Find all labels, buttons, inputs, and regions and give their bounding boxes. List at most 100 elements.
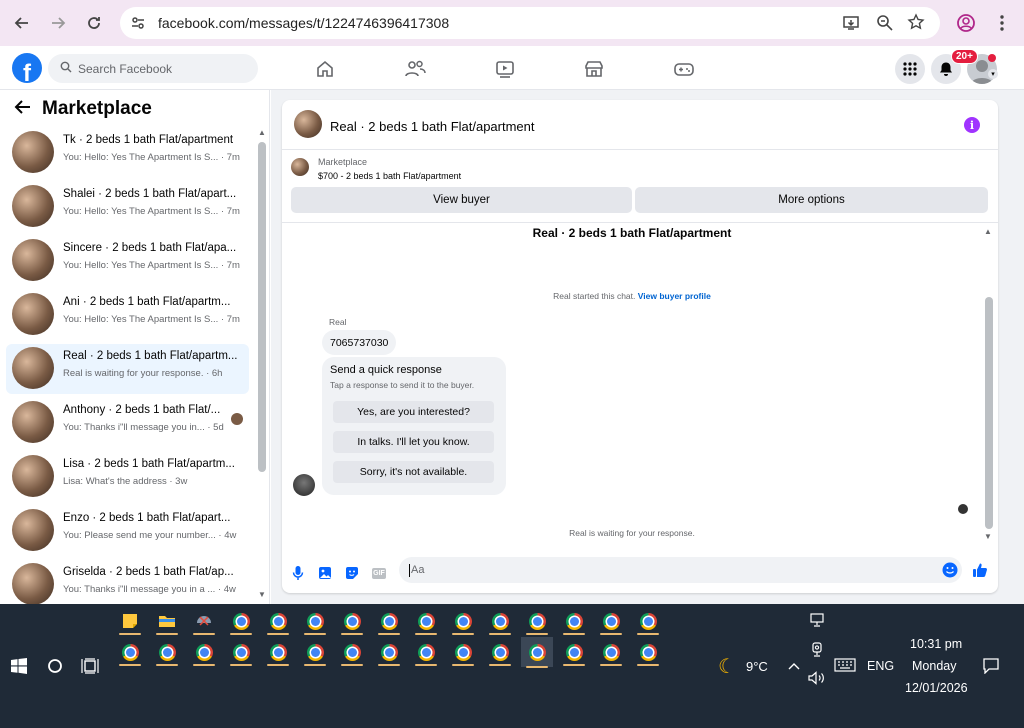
chat-title[interactable]: Real · 2 beds 1 bath Flat/apartment [330, 119, 535, 134]
clock-day[interactable]: Monday [912, 659, 956, 673]
menu-grid-icon[interactable] [895, 54, 925, 84]
gif-icon[interactable]: GIF [371, 565, 387, 581]
file-explorer-icon[interactable] [153, 608, 181, 635]
chrome-window-icon[interactable] [375, 639, 403, 666]
chrome-window-icon[interactable] [338, 639, 366, 666]
chrome-window-icon[interactable] [634, 639, 662, 666]
conversation-item[interactable]: Enzo · 2 beds 1 bath Flat/apart... You: … [6, 506, 249, 556]
address-bar[interactable]: facebook.com/messages/t/1224746396417308 [120, 7, 940, 39]
clock-date[interactable]: 12/01/2026 [905, 681, 968, 695]
view-buyer-button[interactable]: View buyer [291, 187, 632, 213]
conversation-item[interactable]: Ani · 2 beds 1 bath Flat/apartm... You: … [6, 290, 249, 340]
zoom-icon[interactable] [876, 14, 894, 37]
browser-menu-icon[interactable] [994, 13, 1010, 38]
conversation-snippet: Lisa: What's the address · 3w [63, 476, 188, 487]
chrome-window-icon[interactable] [412, 608, 440, 635]
conversation-item[interactable]: Lisa · 2 beds 1 bath Flat/apartm... Lisa… [6, 452, 249, 502]
task-view-icon[interactable] [80, 657, 100, 675]
sticky-notes-icon[interactable] [116, 608, 144, 635]
chrome-window-icon[interactable] [338, 608, 366, 635]
back-icon[interactable] [8, 9, 36, 37]
thread-title: Real · 2 beds 1 bath Flat/apartment [532, 226, 732, 240]
chat-started-notice: Real started this chat. View buyer profi… [282, 291, 982, 301]
chrome-window-icon[interactable] [264, 608, 292, 635]
chrome-window-icon[interactable] [153, 639, 181, 666]
home-icon[interactable] [312, 56, 338, 82]
back-arrow-icon[interactable] [14, 99, 32, 120]
gaming-icon[interactable] [671, 56, 697, 82]
photo-icon[interactable] [317, 565, 333, 581]
snipping-tool-icon[interactable] [190, 608, 218, 635]
camera-privacy-icon[interactable] [808, 641, 826, 657]
chrome-window-icon[interactable] [301, 639, 329, 666]
friends-icon[interactable] [402, 56, 428, 82]
chrome-window-icon-active[interactable] [521, 637, 553, 668]
search-circle-icon[interactable] [46, 657, 64, 675]
weather-moon-icon[interactable]: ☾ [714, 654, 740, 678]
marketplace-icon[interactable] [581, 56, 607, 82]
conversation-item[interactable]: Sincere · 2 beds 1 bath Flat/apa... You:… [6, 236, 249, 286]
chat-avatar[interactable] [294, 110, 322, 138]
like-thumbs-up-icon[interactable] [972, 562, 988, 578]
video-icon[interactable] [492, 56, 518, 82]
chrome-window-icon[interactable] [227, 639, 255, 666]
microphone-icon[interactable] [290, 565, 306, 581]
chat-scrollbar[interactable] [985, 297, 993, 529]
weather-temperature[interactable]: 9°C [746, 659, 768, 674]
chat-scroll-up-arrow-icon[interactable]: ▲ [984, 227, 992, 236]
chrome-window-icon[interactable] [486, 608, 514, 635]
search-input[interactable]: Search Facebook [48, 54, 258, 83]
chrome-window-icon[interactable] [597, 608, 625, 635]
listing-price[interactable]: $700 - 2 beds 1 bath Flat/apartment [318, 171, 461, 181]
conversation-item[interactable]: Griselda · 2 beds 1 bath Flat/ap... You:… [6, 560, 249, 610]
sidebar-scrollbar[interactable] [258, 142, 266, 472]
bookmark-star-icon[interactable] [907, 13, 925, 36]
chat-scroll-down-arrow-icon[interactable]: ▼ [984, 532, 992, 541]
view-buyer-profile-link[interactable]: View buyer profile [638, 291, 711, 301]
windows-start-icon[interactable] [10, 657, 28, 675]
quick-response-button[interactable]: Sorry, it's not available. [333, 461, 494, 483]
clock-time[interactable]: 10:31 pm [910, 637, 962, 651]
chrome-window-icon[interactable] [412, 639, 440, 666]
chrome-window-icon[interactable] [449, 639, 477, 666]
input-language[interactable]: ENG [867, 659, 894, 673]
site-settings-icon[interactable] [130, 15, 146, 36]
chrome-window-icon[interactable] [264, 639, 292, 666]
show-hidden-icons-chevron-up-icon[interactable] [786, 659, 802, 673]
reload-icon[interactable] [80, 9, 108, 37]
chrome-window-icon[interactable] [560, 608, 588, 635]
notification-center-icon[interactable] [982, 657, 1000, 675]
chrome-window-icon[interactable] [449, 608, 477, 635]
scroll-down-arrow-icon[interactable]: ▼ [258, 590, 266, 599]
info-icon[interactable]: i [964, 117, 980, 133]
conversation-item[interactable]: Tk · 2 beds 1 bath Flat/apartment You: H… [6, 128, 249, 178]
sticker-icon[interactable] [344, 565, 360, 581]
chrome-window-icon[interactable] [560, 639, 588, 666]
forward-icon[interactable] [44, 9, 72, 37]
chrome-window-icon[interactable] [116, 639, 144, 666]
profile-icon[interactable] [956, 13, 976, 38]
chrome-window-icon[interactable] [486, 639, 514, 666]
account-chevron-down-icon[interactable]: ▾ [988, 69, 998, 79]
install-app-icon[interactable] [842, 14, 860, 37]
message-input[interactable]: Aa [399, 557, 962, 583]
quick-response-button[interactable]: In talks. I'll let you know. [333, 431, 494, 453]
conversation-item[interactable]: Anthony · 2 beds 1 bath Flat/... You: Th… [6, 398, 249, 448]
quick-response-button[interactable]: Yes, are you interested? [333, 401, 494, 423]
chrome-window-icon[interactable] [597, 639, 625, 666]
chrome-window-icon[interactable] [301, 608, 329, 635]
touch-keyboard-icon[interactable] [833, 657, 857, 673]
chrome-window-icon[interactable] [190, 639, 218, 666]
chrome-window-icon[interactable] [375, 608, 403, 635]
volume-speaker-icon[interactable] [808, 670, 826, 686]
conversation-item-active[interactable]: Real · 2 beds 1 bath Flat/apartm... Real… [6, 344, 249, 394]
facebook-logo-icon[interactable]: f [12, 53, 42, 83]
more-options-button[interactable]: More options [635, 187, 988, 213]
network-icon[interactable] [808, 612, 826, 628]
emoji-icon[interactable] [942, 562, 958, 578]
chrome-window-icon[interactable] [634, 608, 662, 635]
conversation-item[interactable]: Shalei · 2 beds 1 bath Flat/apart... You… [6, 182, 249, 232]
scroll-up-arrow-icon[interactable]: ▲ [258, 128, 266, 137]
chrome-window-icon[interactable] [227, 608, 255, 635]
chrome-window-icon[interactable] [523, 608, 551, 635]
